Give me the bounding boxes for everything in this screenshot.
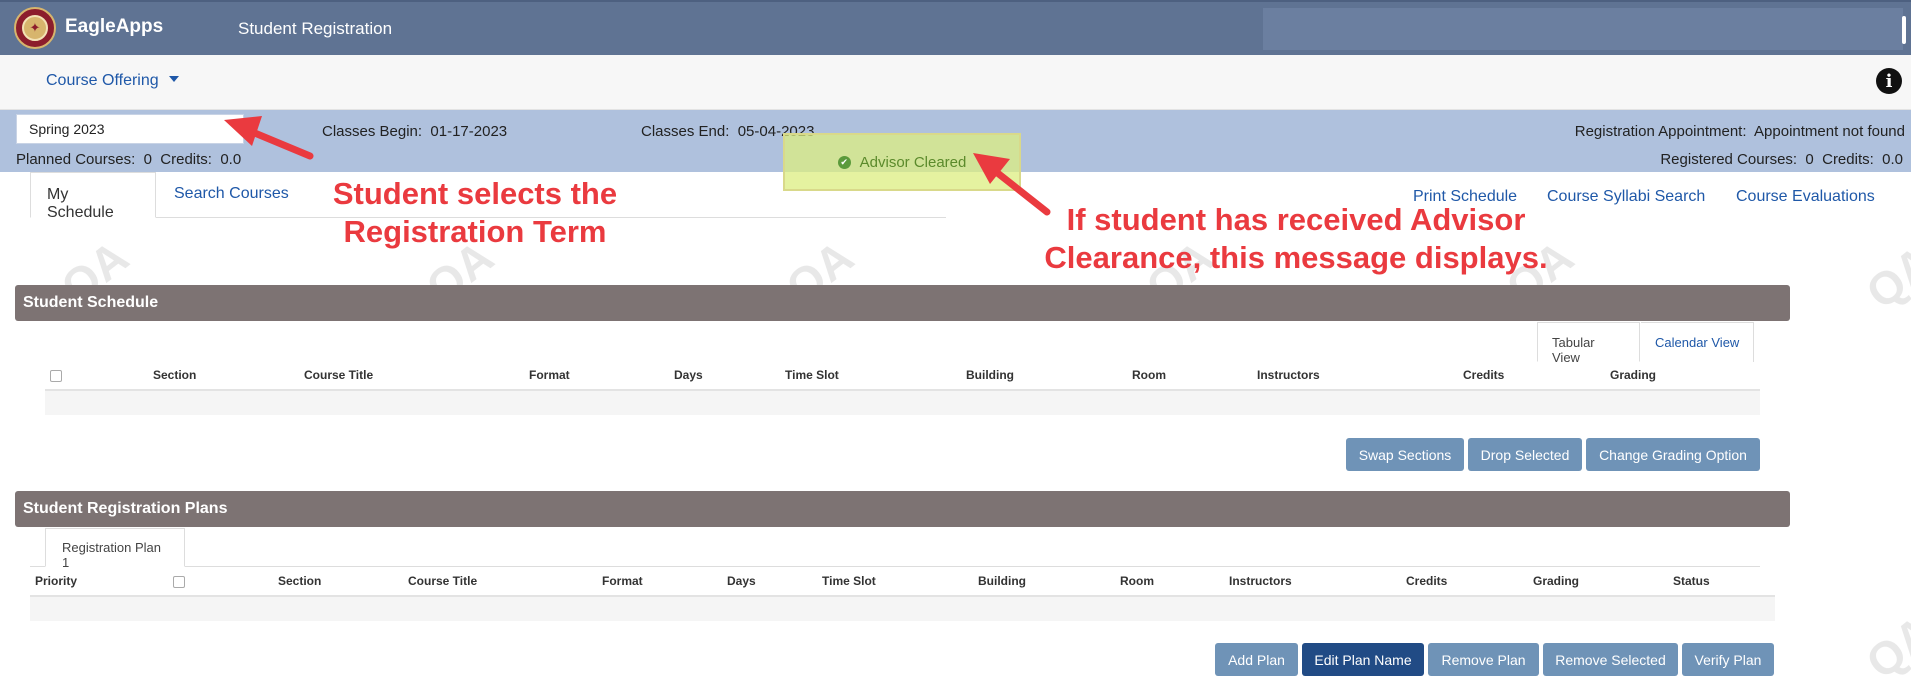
remove-plan-button[interactable]: Remove Plan: [1428, 643, 1539, 676]
tab-registration-plan-1[interactable]: Registration Plan 1: [45, 528, 185, 570]
schedule-empty-row: [45, 389, 1760, 415]
col-header-course-title[interactable]: Course Title: [304, 368, 373, 382]
col-header-instructors[interactable]: Instructors: [1257, 368, 1320, 382]
col-header-course-title[interactable]: Course Title: [408, 574, 477, 588]
col-header-grading[interactable]: Grading: [1533, 574, 1579, 588]
col-header-building[interactable]: Building: [978, 574, 1026, 588]
col-header-credits[interactable]: Credits: [1463, 368, 1504, 382]
col-header-room[interactable]: Room: [1120, 574, 1154, 588]
select-all-schedule-checkbox[interactable]: [50, 370, 62, 382]
col-header-time-slot[interactable]: Time Slot: [822, 574, 876, 588]
col-header-section[interactable]: Section: [153, 368, 196, 382]
col-header-days[interactable]: Days: [727, 574, 756, 588]
plan-empty-row: [30, 595, 1775, 621]
tab-calendar-view[interactable]: Calendar View: [1641, 322, 1755, 362]
col-header-format[interactable]: Format: [602, 574, 643, 588]
plan-tab-underline: [30, 566, 1760, 567]
col-header-grading[interactable]: Grading: [1610, 368, 1656, 382]
student-registration-plans-header: Student Registration Plans: [15, 491, 1790, 527]
col-header-priority[interactable]: Priority: [35, 574, 77, 588]
arrow-to-advisor-badge: [973, 153, 1051, 216]
col-header-days[interactable]: Days: [674, 368, 703, 382]
verify-plan-button[interactable]: Verify Plan: [1682, 643, 1774, 676]
remove-selected-button[interactable]: Remove Selected: [1543, 643, 1678, 676]
col-header-section[interactable]: Section: [278, 574, 321, 588]
add-plan-button[interactable]: Add Plan: [1215, 643, 1298, 676]
col-header-instructors[interactable]: Instructors: [1229, 574, 1292, 588]
col-header-building[interactable]: Building: [966, 368, 1014, 382]
col-header-time-slot[interactable]: Time Slot: [785, 368, 839, 382]
swap-sections-button[interactable]: Swap Sections: [1346, 438, 1464, 471]
arrow-to-term-select: [224, 116, 314, 160]
edit-plan-name-button[interactable]: Edit Plan Name: [1302, 643, 1424, 676]
col-header-room[interactable]: Room: [1132, 368, 1166, 382]
tab-tabular-view[interactable]: Tabular View: [1537, 322, 1640, 365]
drop-selected-button[interactable]: Drop Selected: [1468, 438, 1582, 471]
col-header-format[interactable]: Format: [529, 368, 570, 382]
col-header-status[interactable]: Status: [1673, 574, 1710, 588]
student-schedule-header: Student Schedule: [15, 285, 1790, 321]
change-grading-option-button[interactable]: Change Grading Option: [1586, 438, 1760, 471]
col-header-credits[interactable]: Credits: [1406, 574, 1447, 588]
select-all-plan-checkbox[interactable]: [173, 576, 185, 588]
